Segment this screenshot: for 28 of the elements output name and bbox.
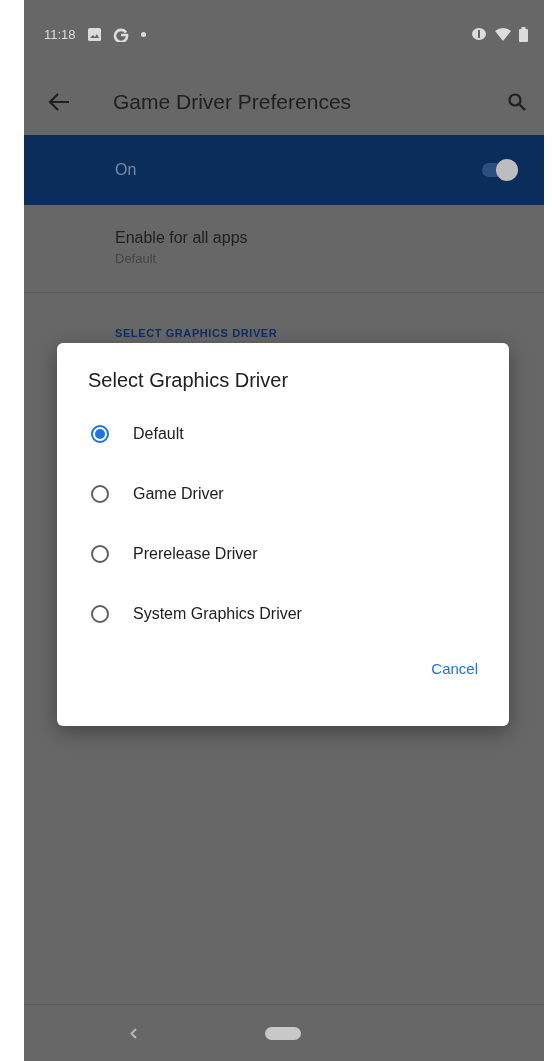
back-chevron-icon[interactable]	[130, 1028, 137, 1039]
image-icon	[87, 27, 101, 41]
option-label[interactable]: Prerelease Driver	[133, 545, 258, 563]
g-icon	[112, 26, 129, 42]
data-saver-icon	[471, 27, 487, 41]
toggle-switch[interactable]	[482, 159, 518, 181]
radio-button[interactable]	[91, 425, 109, 443]
home-pill-icon[interactable]	[265, 1027, 301, 1040]
option-label[interactable]: System Graphics Driver	[133, 605, 302, 623]
dialog-title: Select Graphics Driver	[88, 369, 290, 392]
cancel-button[interactable]: Cancel	[422, 652, 487, 685]
radio-button[interactable]	[91, 605, 109, 623]
option-label[interactable]: Game Driver	[133, 485, 224, 503]
preference-title: Enable for all apps	[115, 229, 249, 247]
option-label[interactable]: Default	[133, 425, 184, 443]
radio-button[interactable]	[91, 545, 109, 563]
wifi-icon	[495, 27, 511, 41]
switch-label: On	[115, 161, 138, 179]
search-button[interactable]	[508, 92, 526, 111]
section-header: SELECT GRAPHICS DRIVER	[115, 327, 278, 339]
toolbar-title: Game Driver Preferences	[113, 89, 353, 114]
dot-icon	[140, 31, 146, 37]
status-time: 11:18	[44, 26, 76, 42]
radio-button[interactable]	[91, 485, 109, 503]
back-button[interactable]	[48, 92, 70, 111]
back-arrow-icon	[48, 92, 70, 111]
search-icon	[508, 92, 526, 111]
battery-icon	[519, 26, 528, 42]
